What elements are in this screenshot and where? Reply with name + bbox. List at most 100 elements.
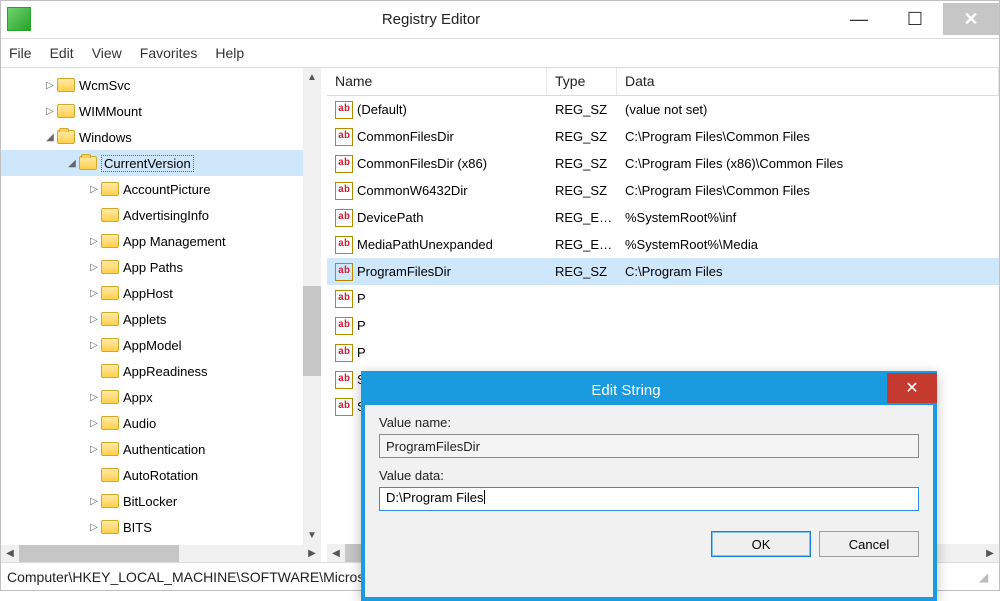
folder-icon xyxy=(101,520,119,534)
expand-toggle-icon[interactable]: ▷ xyxy=(87,184,101,195)
col-header-type[interactable]: Type xyxy=(547,68,617,95)
tree-vscrollbar[interactable]: ▲ ▼ xyxy=(303,68,321,545)
expand-toggle-icon[interactable]: ◢ xyxy=(43,132,57,143)
list-row[interactable]: abCommonW6432DirREG_SZC:\Program Files\C… xyxy=(327,177,999,204)
expand-toggle-icon[interactable]: ▷ xyxy=(87,522,101,533)
tree-hscrollbar[interactable]: ◀ ▶ xyxy=(1,545,321,562)
list-row[interactable]: abDevicePathREG_E…%SystemRoot%\inf xyxy=(327,204,999,231)
expand-toggle-icon[interactable]: ◢ xyxy=(65,158,79,169)
menubar: File Edit View Favorites Help xyxy=(1,39,999,69)
list-row[interactable]: ab P xyxy=(327,312,999,339)
tree-item[interactable]: ▷Applets xyxy=(1,306,303,332)
value-type: REG_E… xyxy=(555,237,625,252)
col-header-data[interactable]: Data xyxy=(617,68,999,95)
tree-item-label: Audio xyxy=(123,416,156,431)
expand-toggle-icon[interactable]: ▷ xyxy=(43,106,57,117)
tree-item-label: App Management xyxy=(123,234,226,249)
tree-item[interactable]: ▷BITS xyxy=(1,514,303,540)
tree-item[interactable]: ◢Windows xyxy=(1,124,303,150)
menu-edit[interactable]: Edit xyxy=(50,45,74,61)
string-value-icon: ab xyxy=(335,263,353,281)
value-data: (value not set) xyxy=(625,102,999,117)
expand-toggle-icon[interactable]: ▷ xyxy=(87,496,101,507)
scroll-down-icon[interactable]: ▼ xyxy=(303,527,321,545)
expand-toggle-icon[interactable]: ▷ xyxy=(87,236,101,247)
close-button[interactable]: ✕ xyxy=(943,3,999,35)
scroll-up-icon[interactable]: ▲ xyxy=(303,68,321,86)
list-row[interactable]: ab(Default)REG_SZ(value not set) xyxy=(327,96,999,123)
expand-toggle-icon[interactable]: ▷ xyxy=(87,314,101,325)
edit-string-dialog: Edit String ✕ Value name: Value data: D:… xyxy=(361,371,937,601)
value-data: C:\Program Files\Common Files xyxy=(625,183,999,198)
titlebar[interactable]: Registry Editor — ☐ ✕ xyxy=(1,1,999,39)
value-name: P xyxy=(357,291,366,306)
tree-item[interactable]: AdvertisingInfo xyxy=(1,202,303,228)
list-row[interactable]: abP xyxy=(327,285,999,312)
list-row[interactable]: abCommonFilesDirREG_SZC:\Program Files\C… xyxy=(327,123,999,150)
tree-item-label: AppHost xyxy=(123,286,173,301)
menu-file[interactable]: File xyxy=(9,45,32,61)
scroll-right-icon[interactable]: ▶ xyxy=(981,544,999,562)
expand-toggle-icon[interactable]: ▷ xyxy=(87,392,101,403)
scroll-left-icon[interactable]: ◀ xyxy=(327,544,345,562)
tree-item[interactable]: ▷ Audio xyxy=(1,410,303,436)
tree-item-label: WIMMount xyxy=(79,104,142,119)
value-name: P xyxy=(357,318,366,333)
value-type: REG_SZ xyxy=(555,102,625,117)
string-value-icon: ab xyxy=(335,317,353,335)
col-header-name[interactable]: Name xyxy=(327,68,547,95)
scroll-right-icon[interactable]: ▶ xyxy=(303,545,321,562)
expand-toggle-icon[interactable]: ▷ xyxy=(87,262,101,273)
scroll-left-icon[interactable]: ◀ xyxy=(1,545,19,562)
tree-item[interactable]: ▷ Appx xyxy=(1,384,303,410)
value-type: REG_SZ xyxy=(555,129,625,144)
tree-item[interactable]: ▷AppModel xyxy=(1,332,303,358)
menu-favorites[interactable]: Favorites xyxy=(140,45,198,61)
tree-item[interactable]: AppReadiness xyxy=(1,358,303,384)
expand-toggle-icon[interactable]: ▷ xyxy=(87,418,101,429)
expand-toggle-icon[interactable]: ▷ xyxy=(87,340,101,351)
folder-icon xyxy=(101,260,119,274)
value-data-input[interactable]: D:\Program Files xyxy=(379,487,919,511)
list-row[interactable]: abP xyxy=(327,339,999,366)
tree-item[interactable]: ▷ App Management xyxy=(1,228,303,254)
folder-icon xyxy=(79,156,97,170)
list-header: Name Type Data xyxy=(327,68,999,96)
tree-item[interactable]: AutoRotation xyxy=(1,462,303,488)
expand-toggle-icon[interactable]: ▷ xyxy=(87,444,101,455)
minimize-button[interactable]: — xyxy=(831,3,887,35)
value-name: CommonFilesDir (x86) xyxy=(357,156,487,171)
tree-item[interactable]: ▷Authentication xyxy=(1,436,303,462)
dialog-close-button[interactable]: ✕ xyxy=(887,373,937,403)
maximize-button[interactable]: ☐ xyxy=(887,3,943,35)
tree-item[interactable]: ▷ AppHost xyxy=(1,280,303,306)
value-name-input[interactable] xyxy=(379,434,919,458)
registry-editor-window: Registry Editor — ☐ ✕ File Edit View Fav… xyxy=(0,0,1000,591)
tree-item[interactable]: ▷ AccountPicture xyxy=(1,176,303,202)
string-value-icon: ab xyxy=(335,209,353,227)
list-row[interactable]: abCommonFilesDir (x86)REG_SZC:\Program F… xyxy=(327,150,999,177)
list-row[interactable]: abMediaPathUnexpandedREG_E…%SystemRoot%\… xyxy=(327,231,999,258)
tree-item-label: AccountPicture xyxy=(123,182,210,197)
tree-item[interactable]: ◢CurrentVersion xyxy=(1,150,303,176)
ok-button[interactable]: OK xyxy=(711,531,811,557)
folder-icon xyxy=(101,364,119,378)
tree-item[interactable]: ▷WcmSvc xyxy=(1,72,303,98)
value-data: C:\Program Files\Common Files xyxy=(625,129,999,144)
list-row[interactable]: abProgramFilesDirREG_SZC:\Program Files xyxy=(327,258,999,285)
folder-icon xyxy=(101,442,119,456)
folder-icon xyxy=(101,468,119,482)
cancel-button[interactable]: Cancel xyxy=(819,531,919,557)
menu-view[interactable]: View xyxy=(92,45,122,61)
tree-item[interactable]: ▷App Paths xyxy=(1,254,303,280)
resize-grip-icon[interactable]: ◢ xyxy=(979,570,993,584)
tree-item[interactable]: ▷BitLocker xyxy=(1,488,303,514)
expand-toggle-icon[interactable]: ▷ xyxy=(43,80,57,91)
expand-toggle-icon[interactable]: ▷ xyxy=(87,288,101,299)
tree-item[interactable]: ▷ WIMMount xyxy=(1,98,303,124)
folder-icon xyxy=(101,338,119,352)
dialog-titlebar[interactable]: Edit String ✕ xyxy=(365,375,933,405)
folder-icon xyxy=(101,234,119,248)
menu-help[interactable]: Help xyxy=(215,45,244,61)
tree-item-label: Appx xyxy=(123,390,153,405)
